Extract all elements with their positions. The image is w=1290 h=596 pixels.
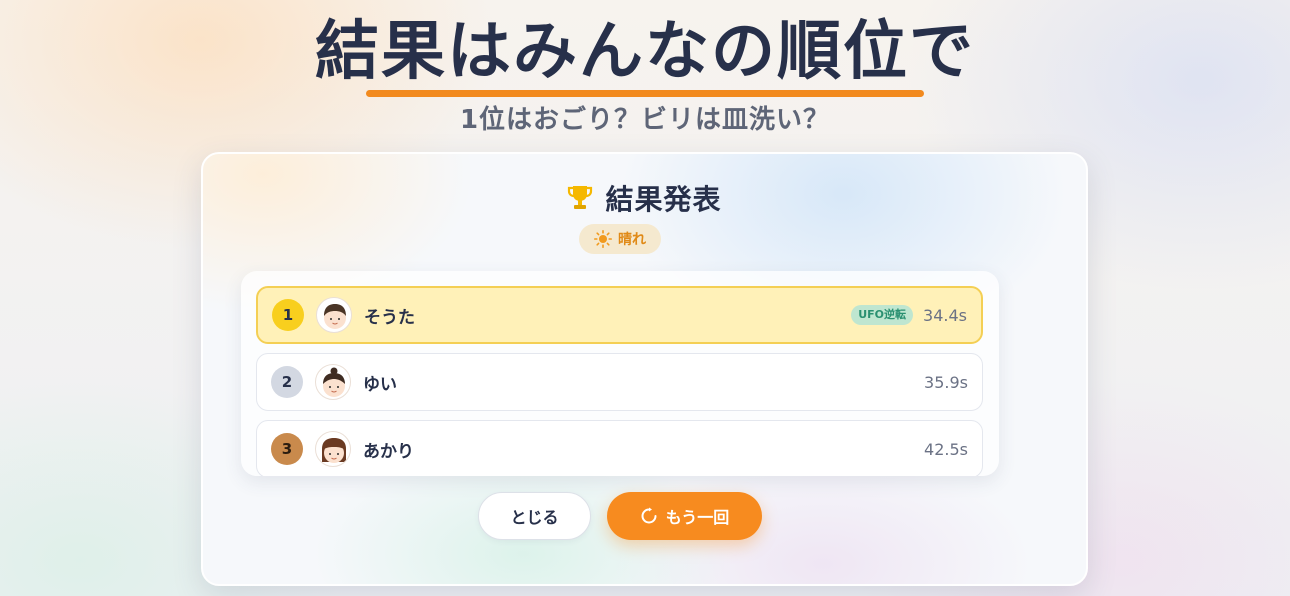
result-row-1: 1 そうた UFO逆転 34.4s bbox=[256, 286, 983, 344]
card-title: 結果発表 bbox=[605, 183, 722, 216]
player-time: 34.4s bbox=[923, 305, 967, 325]
headline-underline bbox=[366, 90, 924, 97]
results-card: 結果発表 晴れ 1 そうた UFO逆転 34.4s 2 ゆい 35.9s 3 あ… bbox=[201, 152, 1088, 586]
player-name: ゆい bbox=[363, 374, 397, 395]
result-row-3: 3 あかり 42.5s bbox=[256, 420, 983, 476]
player-time: 35.9s bbox=[924, 372, 968, 392]
refresh-icon bbox=[641, 507, 657, 524]
player-time: 42.5s bbox=[924, 439, 968, 459]
weather-label: 晴れ bbox=[618, 232, 646, 248]
retry-button[interactable]: もう一回 bbox=[607, 492, 762, 540]
page-headline: 結果はみんなの順位で bbox=[315, 15, 975, 89]
avatar-sota bbox=[316, 297, 352, 333]
trophy-icon bbox=[568, 186, 593, 209]
retry-button-label: もう一回 bbox=[665, 508, 730, 527]
player-name: そうた bbox=[364, 307, 415, 328]
sun-icon bbox=[594, 230, 612, 248]
rank-badge-2: 2 bbox=[271, 366, 303, 398]
rank-badge-1: 1 bbox=[272, 299, 304, 331]
rank-badge-3: 3 bbox=[271, 433, 303, 465]
avatar-akari bbox=[315, 431, 351, 467]
result-row-2: 2 ゆい 35.9s bbox=[256, 353, 983, 411]
avatar-yui bbox=[315, 364, 351, 400]
results-list[interactable]: 1 そうた UFO逆転 34.4s 2 ゆい 35.9s 3 あかり 42.5s bbox=[241, 271, 999, 476]
ufo-reversal-badge: UFO逆転 bbox=[851, 305, 913, 325]
player-name: あかり bbox=[363, 441, 414, 462]
close-button-label: とじる bbox=[510, 508, 559, 527]
weather-badge: 晴れ bbox=[579, 224, 661, 254]
page-subtitle: 1位はおごり？ビリは皿洗い？ bbox=[459, 105, 831, 135]
card-header: 結果発表 bbox=[203, 178, 1086, 218]
close-button[interactable]: とじる bbox=[478, 492, 591, 540]
